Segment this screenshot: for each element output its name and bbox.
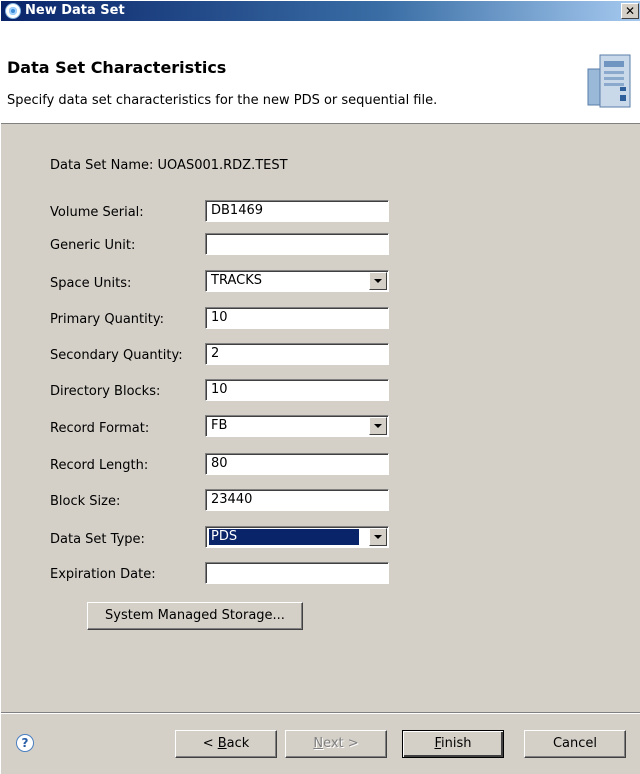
record-format-value: FB <box>211 418 228 433</box>
space-units-label: Space Units: <box>50 276 132 291</box>
next-button[interactable]: Next > <box>285 730 387 758</box>
app-icon <box>5 3 21 19</box>
next-mnemonic: N <box>313 736 324 751</box>
generic-unit-label: Generic Unit: <box>50 238 136 253</box>
record-length-input[interactable]: 80 <box>205 453 389 475</box>
block-size-label: Block Size: <box>50 494 121 509</box>
secondary-quantity-input[interactable]: 2 <box>205 343 389 365</box>
data-set-type-label: Data Set Type: <box>50 532 145 547</box>
data-set-name-value: UOAS001.RDZ.TEST <box>157 158 288 173</box>
data-set-wizard-icon <box>587 54 631 108</box>
back-button[interactable]: < Back <box>175 730 277 758</box>
help-icon[interactable]: ? <box>16 734 34 752</box>
record-length-label: Record Length: <box>50 458 149 473</box>
chevron-down-icon[interactable] <box>369 417 387 435</box>
finish-button[interactable]: Finish <box>402 730 504 758</box>
record-format-label: Record Format: <box>50 421 150 436</box>
new-data-set-dialog: New Data Set ✕ Data Set Characteristics … <box>0 0 640 774</box>
header-banner: Data Set Characteristics Specify data se… <box>1 21 640 124</box>
expiration-date-label: Expiration Date: <box>50 567 156 582</box>
form-area: Data Set Name: UOAS001.RDZ.TEST Volume S… <box>1 124 640 712</box>
next-label: ext > <box>323 736 359 751</box>
page-description: Specify data set characteristics for the… <box>7 93 438 108</box>
directory-blocks-input[interactable]: 10 <box>205 379 389 401</box>
primary-quantity-label: Primary Quantity: <box>50 312 164 327</box>
back-mnemonic: B <box>217 736 227 751</box>
chevron-down-icon[interactable] <box>369 528 387 546</box>
back-label: ack <box>226 736 250 751</box>
volume-serial-label: Volume Serial: <box>50 205 144 220</box>
window-title: New Data Set <box>25 3 125 18</box>
chevron-down-icon[interactable] <box>369 272 387 290</box>
primary-quantity-input[interactable]: 10 <box>205 307 389 329</box>
generic-unit-input[interactable] <box>205 233 389 255</box>
data-set-type-value: PDS <box>208 528 360 546</box>
back-prefix: < <box>202 736 218 751</box>
footer-divider <box>1 712 640 714</box>
record-format-select[interactable]: FB <box>205 415 389 437</box>
volume-serial-input[interactable]: DB1469 <box>205 200 389 222</box>
title-bar[interactable]: New Data Set ✕ <box>1 1 640 21</box>
cancel-button[interactable]: Cancel <box>524 730 626 758</box>
space-units-select[interactable]: TRACKS <box>205 270 389 292</box>
close-icon: ✕ <box>624 4 636 18</box>
system-managed-storage-button[interactable]: System Managed Storage... <box>87 602 303 630</box>
page-title: Data Set Characteristics <box>7 58 227 77</box>
expiration-date-input[interactable] <box>205 562 389 584</box>
directory-blocks-label: Directory Blocks: <box>50 384 161 399</box>
data-set-name-label: Data Set Name: UOAS001.RDZ.TEST <box>50 158 288 173</box>
data-set-type-select[interactable]: PDS <box>205 526 389 548</box>
block-size-input[interactable]: 23440 <box>205 489 389 511</box>
close-button[interactable]: ✕ <box>621 3 639 19</box>
finish-label: inish <box>441 736 472 751</box>
secondary-quantity-label: Secondary Quantity: <box>50 348 183 363</box>
space-units-value: TRACKS <box>211 273 262 288</box>
